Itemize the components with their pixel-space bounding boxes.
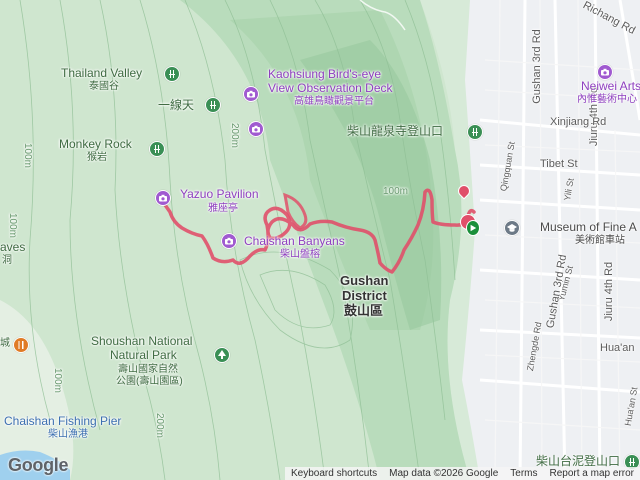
- label-birdseye-zh: 高雄鳥瞰觀景平台: [294, 96, 374, 107]
- street-huaan: Hua'an: [600, 342, 635, 354]
- label-yixiantian: 一線天: [158, 98, 195, 112]
- attribution-bar: Keyboard shortcuts Map data ©2026 Google…: [284, 467, 640, 480]
- contour-label: 200m: [229, 122, 241, 149]
- label-banyans: Chaishan Banyans: [244, 234, 345, 248]
- label-chaishan-trailhead: 柴山龍泉寺登山口: [347, 124, 444, 138]
- label-banyans-zh: 柴山盤榕: [280, 249, 320, 260]
- contour-label: 100m: [383, 186, 409, 197]
- label-yazuo-zh: 雅座亭: [208, 203, 238, 214]
- park-icon: [169, 70, 175, 78]
- label-gushan: Gushan: [340, 273, 389, 288]
- camera-icon: [159, 194, 167, 202]
- label-fishing-pier: Chaishan Fishing Pier: [4, 414, 122, 428]
- label-shoushan-zh-2: 公園(壽山園區): [116, 376, 183, 387]
- contour-label: 100m: [22, 142, 34, 169]
- label-birdseye-2: View Observation Deck: [268, 81, 393, 95]
- label-museum-zh: 美術館車站: [575, 235, 625, 246]
- label-shoushan-zh: 壽山國家自然: [118, 364, 178, 375]
- label-neiwei: Neiwei Arts C: [581, 79, 640, 93]
- park-icon: [472, 128, 478, 136]
- museum-pin[interactable]: [504, 220, 520, 236]
- google-logo: Google: [8, 455, 69, 475]
- label-thailand-valley: Thailand Valley: [61, 66, 143, 80]
- park-pin-thailand-valley[interactable]: [164, 66, 180, 82]
- park-pin-chaishan-trailhead[interactable]: [467, 124, 483, 140]
- attraction-pin-birdseye-2[interactable]: [248, 121, 264, 137]
- label-thailand-valley-zh: 泰國谷: [89, 81, 119, 92]
- camera-icon: [247, 90, 255, 98]
- park-icon: [210, 101, 216, 109]
- start-flag-icon[interactable]: [466, 220, 480, 236]
- label-shoushan-2: Natural Park: [110, 348, 177, 362]
- label-fishing-pier-zh: 柴山漁港: [48, 429, 88, 440]
- restaurant-pin[interactable]: [13, 337, 29, 353]
- play-icon: [470, 224, 477, 232]
- park-pin-yixiantian[interactable]: [205, 97, 221, 113]
- park-pin-monkey-rock[interactable]: [149, 141, 165, 157]
- park-icon: [154, 145, 160, 153]
- label-waves: aves: [0, 240, 26, 254]
- label-shoushan: Shoushan National: [91, 334, 193, 348]
- label-neiwei-zh: 內惟藝術中心: [577, 94, 637, 105]
- label-monkey-rock-zh: 猴岩: [87, 152, 107, 163]
- park-icon: [629, 458, 635, 466]
- terms-link[interactable]: Terms: [510, 467, 537, 480]
- street-jiuru4-bottom: Jiuru 4th Rd: [603, 261, 616, 322]
- attraction-pin-yazuo[interactable]: [155, 190, 171, 206]
- label-museum: Museum of Fine A: [540, 220, 637, 234]
- label-yazuo: Yazuo Pavilion: [180, 187, 259, 201]
- street-gushan3-top: Gushan 3rd Rd: [530, 29, 543, 104]
- map-data-text: Map data ©2026 Google: [389, 468, 499, 479]
- contour-label: 100m: [52, 367, 64, 394]
- street-xinjiang: Xinjiang Rd: [550, 116, 607, 128]
- park-pin-shoushan[interactable]: [214, 347, 230, 363]
- label-monkey-rock: Monkey Rock: [59, 137, 132, 151]
- camera-icon: [601, 68, 609, 76]
- label-birdseye: Kaohsiung Bird's-eye: [268, 67, 382, 81]
- tree-icon: [218, 350, 226, 359]
- camera-icon: [225, 237, 233, 245]
- label-gushan-zh: 鼓山區: [344, 303, 384, 318]
- camera-icon: [252, 125, 260, 133]
- label-waves-zh: 洞: [2, 255, 12, 266]
- attraction-pin-birdseye[interactable]: [243, 86, 259, 102]
- attraction-pin-neiwei[interactable]: [597, 64, 613, 80]
- fork-knife-icon: [18, 341, 24, 349]
- label-gushan-2: District: [342, 288, 387, 303]
- report-error-link[interactable]: Report a map error: [550, 467, 634, 480]
- keyboard-shortcuts-link[interactable]: Keyboard shortcuts: [291, 467, 377, 480]
- street-tibet: Tibet St: [540, 158, 578, 170]
- contour-label: 100m: [7, 212, 19, 239]
- school-icon: [507, 224, 517, 232]
- label-left-edge: 城: [0, 338, 10, 349]
- attraction-pin-banyans[interactable]: [221, 233, 237, 249]
- contour-label: 200m: [154, 412, 166, 439]
